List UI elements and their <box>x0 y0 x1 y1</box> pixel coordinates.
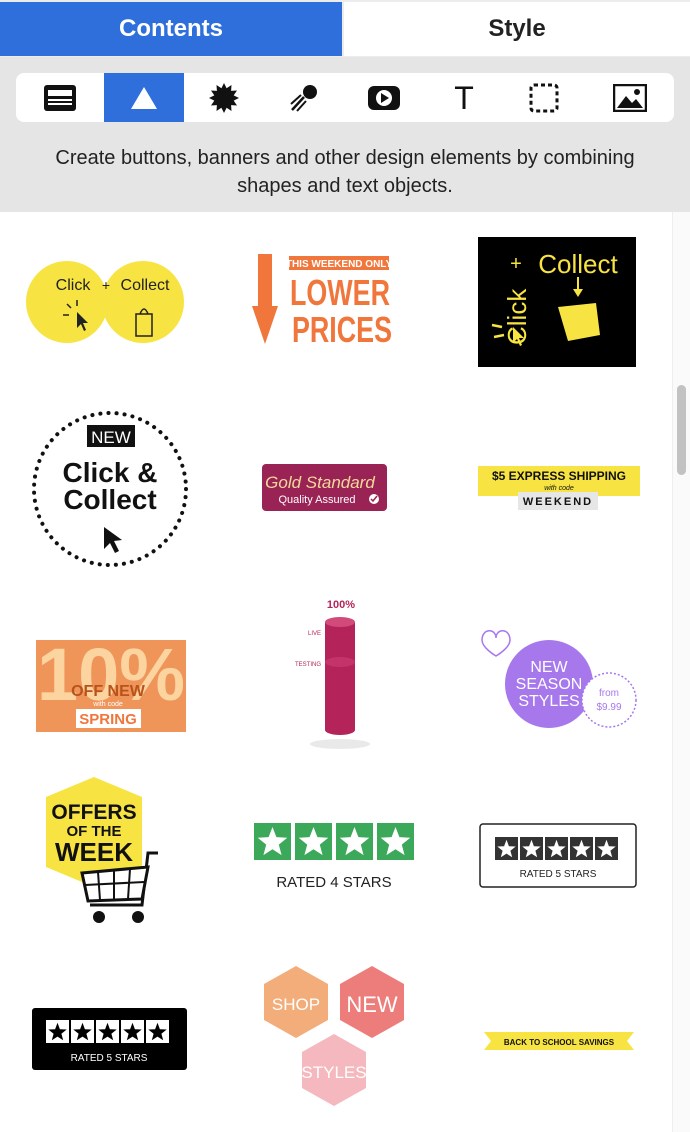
svg-text:STYLES: STYLES <box>518 693 579 710</box>
svg-text:Collect: Collect <box>538 249 618 279</box>
svg-text:NEW: NEW <box>91 428 131 447</box>
rated-5-stars-black-element[interactable]: RATED 5 STARS <box>32 1008 188 1072</box>
comet-icon <box>290 84 317 112</box>
click-collect-black-element[interactable]: + Collect Click <box>478 237 636 367</box>
element-type-toolbar: T <box>16 73 674 122</box>
svg-text:from: from <box>599 688 619 699</box>
svg-text:LIVE: LIVE <box>308 631 321 637</box>
shop-new-styles-hexagons-element[interactable]: SHOP NEW STYLES <box>258 964 410 1114</box>
tool-area: T Create buttons, banners and other desi… <box>0 57 690 212</box>
svg-text:NEW: NEW <box>346 992 398 1017</box>
svg-text:RATED 4 STARS: RATED 4 STARS <box>276 874 391 891</box>
svg-text:NEW: NEW <box>530 659 568 676</box>
svg-text:Gold Standard: Gold Standard <box>265 473 375 492</box>
offers-of-the-week-element[interactable]: OFFERS OF THE WEEK <box>44 777 164 937</box>
scrollbar-track[interactable] <box>672 212 690 1132</box>
gold-standard-element[interactable]: Gold Standard Quality Assured <box>262 464 387 512</box>
svg-text:$5 EXPRESS SHIPPING: $5 EXPRESS SHIPPING <box>492 469 626 483</box>
toolbar-description: Create buttons, banners and other design… <box>55 147 635 197</box>
svg-text:OFF NEW: OFF NEW <box>71 683 146 700</box>
cursor-icon <box>104 527 122 553</box>
triangle-shape-icon <box>131 86 157 109</box>
scrollbar-thumb[interactable] <box>677 385 686 475</box>
cylinder-chart-element[interactable]: 100% LIVE TESTING <box>285 594 385 749</box>
svg-text:THIS WEEKEND ONLY: THIS WEEKEND ONLY <box>286 259 393 270</box>
svg-text:PRICES: PRICES <box>292 309 392 350</box>
svg-text:SHOP: SHOP <box>272 995 320 1014</box>
svg-text:T: T <box>454 82 474 114</box>
svg-text:with code: with code <box>92 701 123 708</box>
tool-image[interactable] <box>590 73 670 122</box>
ten-percent-off-element[interactable]: 10% OFF NEW with code SPRING <box>36 640 186 732</box>
click-collect-circles-element[interactable]: Click + Collect <box>25 252 195 352</box>
express-shipping-element[interactable]: $5 EXPRESS SHIPPING with code WEEKEND <box>478 462 640 514</box>
svg-text:LOWER: LOWER <box>290 272 390 313</box>
svg-text:+: + <box>102 277 110 293</box>
svg-text:100%: 100% <box>327 599 355 611</box>
tool-starburst[interactable] <box>184 73 264 122</box>
svg-text:Collect: Collect <box>63 484 156 515</box>
tab-style[interactable]: Style <box>344 2 690 56</box>
svg-text:OFFERS: OFFERS <box>51 801 136 824</box>
svg-text:RATED 5 STARS: RATED 5 STARS <box>520 869 597 880</box>
text-tool-icon: T <box>454 82 474 114</box>
svg-text:WEEK: WEEK <box>55 837 133 867</box>
new-season-styles-element[interactable]: NEW SEASON STYLES from $9.99 <box>478 624 640 732</box>
svg-text:WEEKEND: WEEKEND <box>523 496 593 508</box>
svg-text:$9.99: $9.99 <box>596 702 621 713</box>
svg-text:TESTING: TESTING <box>295 662 321 668</box>
tool-video[interactable] <box>344 73 424 122</box>
starburst-icon <box>209 82 239 113</box>
tool-text-block[interactable] <box>20 73 100 122</box>
svg-text:Collect: Collect <box>121 277 170 294</box>
svg-text:Click: Click <box>56 277 92 294</box>
tool-text[interactable]: T <box>424 73 504 122</box>
tool-comet[interactable] <box>264 73 344 122</box>
svg-text:STYLES: STYLES <box>301 1063 366 1082</box>
svg-text:RATED 5 STARS: RATED 5 STARS <box>71 1053 148 1064</box>
tool-shapes[interactable] <box>104 73 184 122</box>
design-elements-grid: Click + Collect THIS WEEKEND ONLY LOWER … <box>0 212 672 1132</box>
svg-text:BACK TO SCHOOL SAVINGS: BACK TO SCHOOL SAVINGS <box>504 1038 615 1047</box>
selection-frame-icon <box>529 83 559 112</box>
svg-text:SEASON: SEASON <box>516 676 583 693</box>
rated-5-stars-outline-element[interactable]: RATED 5 STARS <box>479 823 637 889</box>
svg-text:SPRING: SPRING <box>79 711 137 728</box>
svg-text:Quality Assured: Quality Assured <box>278 494 355 506</box>
tool-frame[interactable] <box>504 73 584 122</box>
rated-4-stars-element[interactable]: RATED 4 STARS <box>252 819 417 891</box>
tab-contents[interactable]: Contents <box>0 2 342 56</box>
new-click-collect-element[interactable]: NEW Click & Collect <box>30 409 190 569</box>
svg-text:with code: with code <box>544 485 574 492</box>
text-block-icon <box>44 84 76 111</box>
lower-prices-element[interactable]: THIS WEEKEND ONLY LOWER PRICES <box>252 250 397 350</box>
image-icon <box>613 83 647 112</box>
video-icon <box>368 85 400 110</box>
panel-tabs: Contents Style <box>0 0 690 57</box>
back-to-school-banner-element[interactable]: BACK TO SCHOOL SAVINGS <box>484 1030 634 1052</box>
svg-text:+: + <box>510 253 522 275</box>
